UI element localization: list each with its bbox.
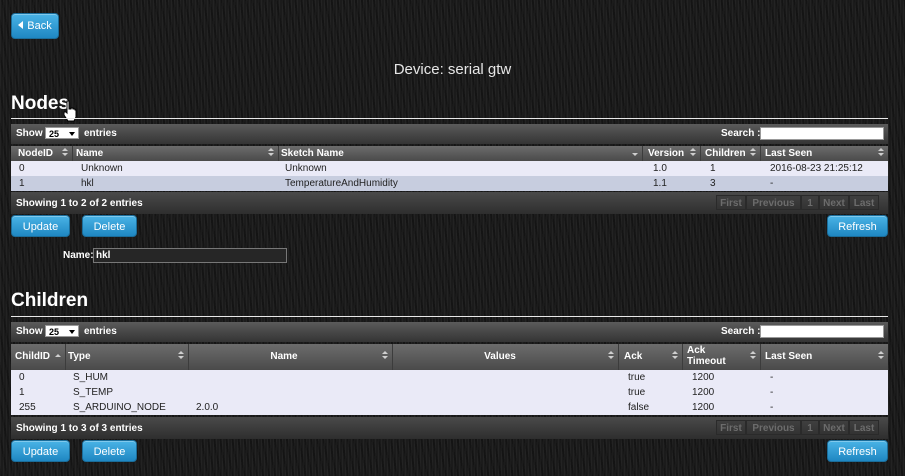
- col-type[interactable]: Type: [66, 344, 189, 370]
- col-nodeid[interactable]: NodeID: [11, 146, 73, 161]
- nodes-update-button[interactable]: Update: [11, 215, 70, 237]
- nodes-delete-button[interactable]: Delete: [82, 215, 137, 237]
- col-children[interactable]: Children: [701, 146, 761, 161]
- pager-previous[interactable]: Previous: [746, 420, 801, 435]
- pager-next[interactable]: Next: [819, 420, 849, 435]
- sort-icon: [382, 351, 388, 361]
- nodes-refresh-button[interactable]: Refresh: [827, 215, 888, 237]
- children-refresh-button[interactable]: Refresh: [827, 440, 888, 462]
- children-update-button[interactable]: Update: [11, 440, 70, 462]
- pager-page-1[interactable]: 1: [801, 195, 819, 210]
- children-table-header: ChildID Type Name Values Ack Ack Timeout…: [11, 344, 888, 370]
- sort-icon: [750, 351, 756, 361]
- children-page-size-select[interactable]: 25: [45, 325, 79, 337]
- sort-icon: [608, 351, 614, 361]
- children-search-input[interactable]: [760, 325, 884, 338]
- col-values[interactable]: Values: [393, 344, 619, 370]
- back-button[interactable]: Back: [11, 13, 59, 39]
- children-divider: [11, 316, 888, 317]
- nodes-table-header: NodeID Name Sketch Name Version Children…: [11, 146, 888, 161]
- back-arrow-icon: [18, 21, 24, 29]
- pager-last[interactable]: Last: [849, 195, 879, 210]
- children-table-row[interactable]: 0 S_HUM true 1200 -: [11, 370, 888, 385]
- children-section-title: Children: [11, 290, 89, 311]
- name-field-label: Name:: [63, 250, 94, 261]
- pager-first[interactable]: First: [716, 420, 746, 435]
- children-entries-label: entries: [84, 326, 117, 337]
- sort-icon: [750, 148, 756, 158]
- sort-asc-icon: [55, 354, 61, 364]
- pager-page-1[interactable]: 1: [801, 420, 819, 435]
- nodes-pagination: First Previous 1 Next Last: [716, 195, 884, 210]
- children-table-footer: Showing 1 to 3 of 3 entries First Previo…: [11, 417, 888, 439]
- nodes-table-info: Showing 1 to 2 of 2 entries: [16, 198, 143, 209]
- nodes-divider: [11, 118, 888, 119]
- col-sketch-name[interactable]: Sketch Name: [279, 146, 643, 161]
- pager-next[interactable]: Next: [819, 195, 849, 210]
- sort-icon: [62, 148, 68, 158]
- children-table-info: Showing 1 to 3 of 3 entries: [16, 423, 143, 434]
- children-table-row[interactable]: 1 S_TEMP true 1200 -: [11, 385, 888, 400]
- col-last-seen[interactable]: Last Seen: [761, 146, 888, 161]
- children-show-label: Show: [16, 326, 43, 337]
- nodes-table-row[interactable]: 0 Unknown Unknown 1.0 1 2016-08-23 21:25…: [11, 161, 888, 176]
- col-name[interactable]: Name: [73, 146, 279, 161]
- dropdown-arrow-icon: [69, 132, 75, 136]
- pager-last[interactable]: Last: [849, 420, 879, 435]
- pager-first[interactable]: First: [716, 195, 746, 210]
- sort-icon: [690, 148, 696, 158]
- nodes-show-label: Show: [16, 128, 43, 139]
- col-version[interactable]: Version: [643, 146, 701, 161]
- children-pagination: First Previous 1 Next Last: [716, 420, 884, 435]
- nodes-search-label: Search :: [721, 128, 761, 139]
- sort-icon: [878, 148, 884, 158]
- col-name[interactable]: Name: [189, 344, 393, 370]
- sort-icon: [178, 351, 184, 361]
- col-ack-timeout[interactable]: Ack Timeout: [683, 344, 761, 370]
- nodes-entries-label: entries: [84, 128, 117, 139]
- children-table-row[interactable]: 255 S_ARDUINO_NODE 2.0.0 false 1200 -: [11, 400, 888, 415]
- nodes-page-size-select[interactable]: 25: [45, 127, 79, 139]
- pager-previous[interactable]: Previous: [746, 195, 801, 210]
- children-delete-button[interactable]: Delete: [82, 440, 137, 462]
- nodes-section-title: Nodes: [11, 93, 70, 114]
- col-childid[interactable]: ChildID: [11, 344, 66, 370]
- sort-icon: [672, 351, 678, 361]
- nodes-search-input[interactable]: [760, 127, 884, 140]
- children-toolbar: Show 25 entries Search :: [11, 322, 888, 342]
- nodes-table-footer: Showing 1 to 2 of 2 entries First Previo…: [11, 192, 888, 214]
- nodes-table-row[interactable]: 1 hkl TemperatureAndHumidity 1.1 3 -: [11, 176, 888, 191]
- nodes-toolbar: Show 25 entries Search :: [11, 124, 888, 144]
- sort-desc-icon: [632, 148, 638, 158]
- device-title: Device: serial gtw: [393, 61, 512, 78]
- sort-icon: [878, 351, 884, 361]
- sort-icon: [268, 148, 274, 158]
- col-last-seen[interactable]: Last Seen: [761, 344, 888, 370]
- col-ack[interactable]: Ack: [619, 344, 683, 370]
- name-field[interactable]: hkl: [93, 248, 287, 263]
- dropdown-arrow-icon: [69, 330, 75, 334]
- children-search-label: Search :: [721, 326, 761, 337]
